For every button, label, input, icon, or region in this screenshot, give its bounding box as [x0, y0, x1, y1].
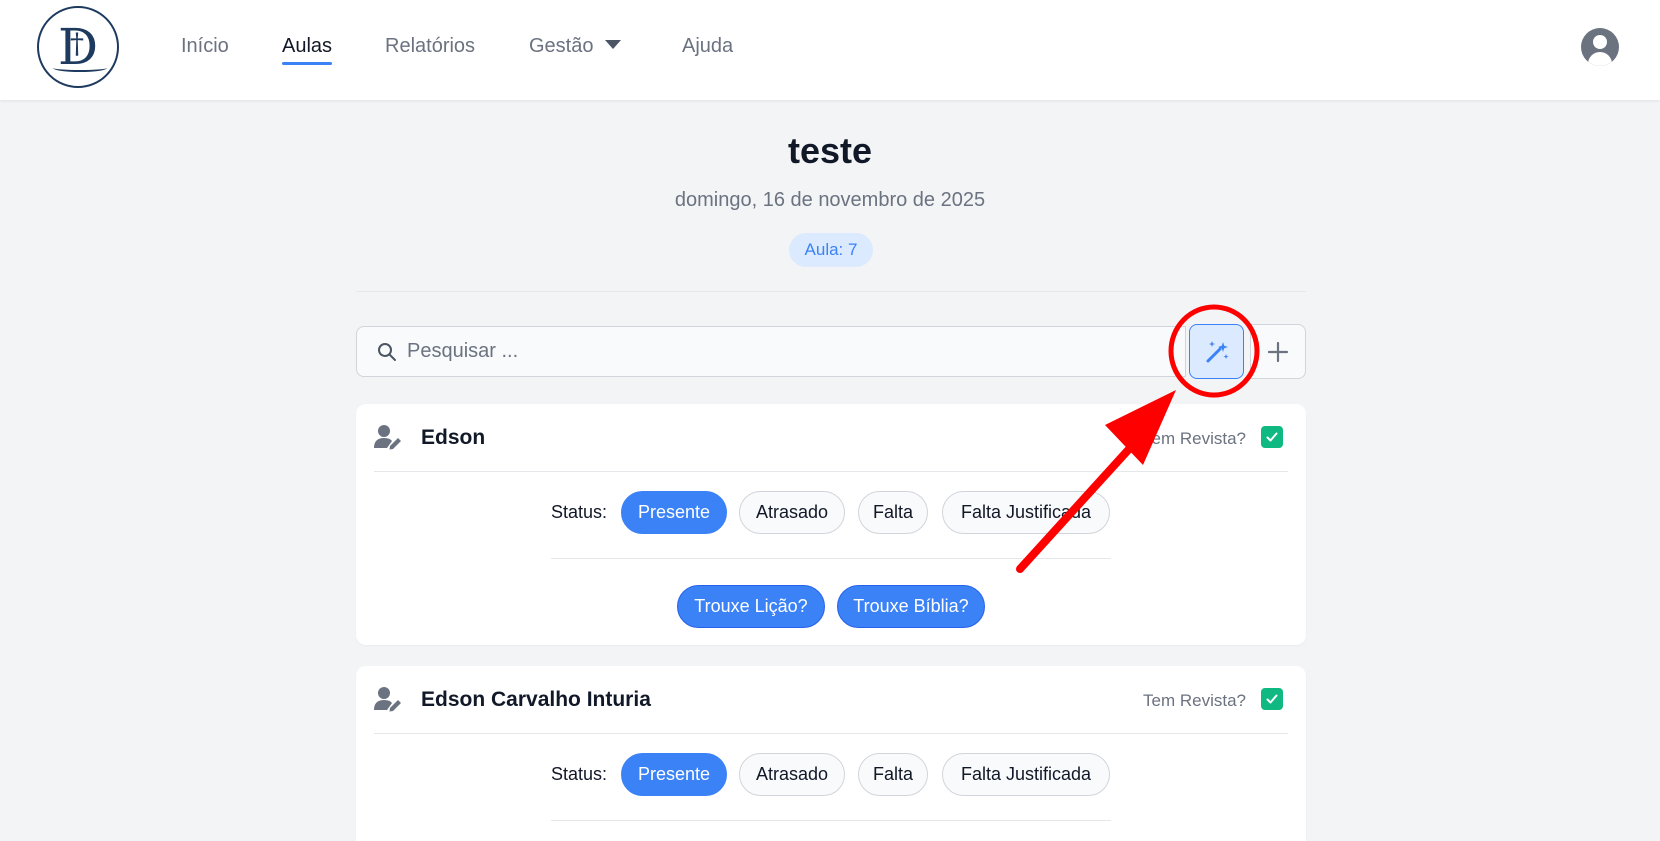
student-name: Edson	[421, 426, 486, 449]
auto-fill-button[interactable]	[1189, 324, 1244, 379]
status-atrasado-button[interactable]: Atrasado	[739, 491, 845, 534]
avatar-body	[1588, 52, 1612, 66]
status-presente-button[interactable]: Presente	[621, 753, 727, 796]
student-card: Edson Tem Revista? Status: Presente Atra…	[356, 404, 1306, 645]
nav-aulas[interactable]: Aulas	[282, 33, 333, 65]
user-edit-icon	[374, 687, 401, 712]
student-card: Edson Carvalho Inturia Tem Revista? Stat…	[356, 666, 1306, 841]
nav-inicio[interactable]: Início	[181, 33, 229, 65]
app-logo[interactable]: D	[37, 6, 119, 88]
nav-ajuda[interactable]: Ajuda	[682, 33, 733, 65]
student-name: Edson Carvalho Inturia	[421, 688, 651, 711]
card-divider	[374, 471, 1288, 472]
status-falta-justificada-button[interactable]: Falta Justificada	[942, 753, 1110, 796]
avatar-head	[1593, 35, 1607, 49]
nav-gestao-label: Gestão	[529, 35, 594, 57]
page-date: domingo, 16 de novembro de 2025	[674, 189, 986, 211]
trouxe-licao-toggle[interactable]: Trouxe Lição?	[677, 585, 825, 628]
status-label: Status:	[551, 764, 608, 784]
status-label: Status:	[551, 502, 608, 522]
search-container	[356, 326, 1186, 377]
revista-checkbox[interactable]	[1261, 426, 1283, 448]
user-avatar-icon[interactable]	[1581, 28, 1619, 66]
trouxe-biblia-toggle[interactable]: Trouxe Bíblia?	[837, 585, 985, 628]
status-falta-button[interactable]: Falta	[858, 753, 928, 796]
aula-badge: Aula: 7	[789, 233, 873, 267]
status-atrasado-button[interactable]: Atrasado	[739, 753, 845, 796]
card-divider	[551, 820, 1111, 821]
logo-wave-icon	[53, 64, 107, 72]
search-input[interactable]	[407, 327, 1177, 376]
nav-gestao[interactable]: Gestão	[529, 33, 622, 65]
revista-label: Tem Revista?	[1143, 429, 1246, 448]
add-student-button[interactable]	[1250, 324, 1306, 379]
plus-icon	[1267, 341, 1289, 362]
section-divider	[356, 291, 1306, 292]
top-navbar: D Início Aulas Relatórios Gestão Ajuda	[0, 0, 1660, 100]
chevron-down-icon	[605, 40, 622, 50]
card-divider	[374, 733, 1288, 734]
status-presente-button[interactable]: Presente	[621, 491, 727, 534]
revista-checkbox[interactable]	[1261, 688, 1283, 710]
revista-label: Tem Revista?	[1143, 691, 1246, 710]
status-falta-button[interactable]: Falta	[858, 491, 928, 534]
card-divider	[551, 558, 1111, 559]
user-edit-icon	[374, 425, 401, 450]
check-icon	[1266, 432, 1278, 442]
status-falta-justificada-button[interactable]: Falta Justificada	[942, 491, 1110, 534]
search-icon	[378, 343, 396, 361]
page-title: teste	[787, 130, 873, 171]
check-icon	[1266, 694, 1278, 704]
nav-relatorios[interactable]: Relatórios	[385, 33, 475, 65]
magic-wand-icon	[1206, 340, 1229, 362]
